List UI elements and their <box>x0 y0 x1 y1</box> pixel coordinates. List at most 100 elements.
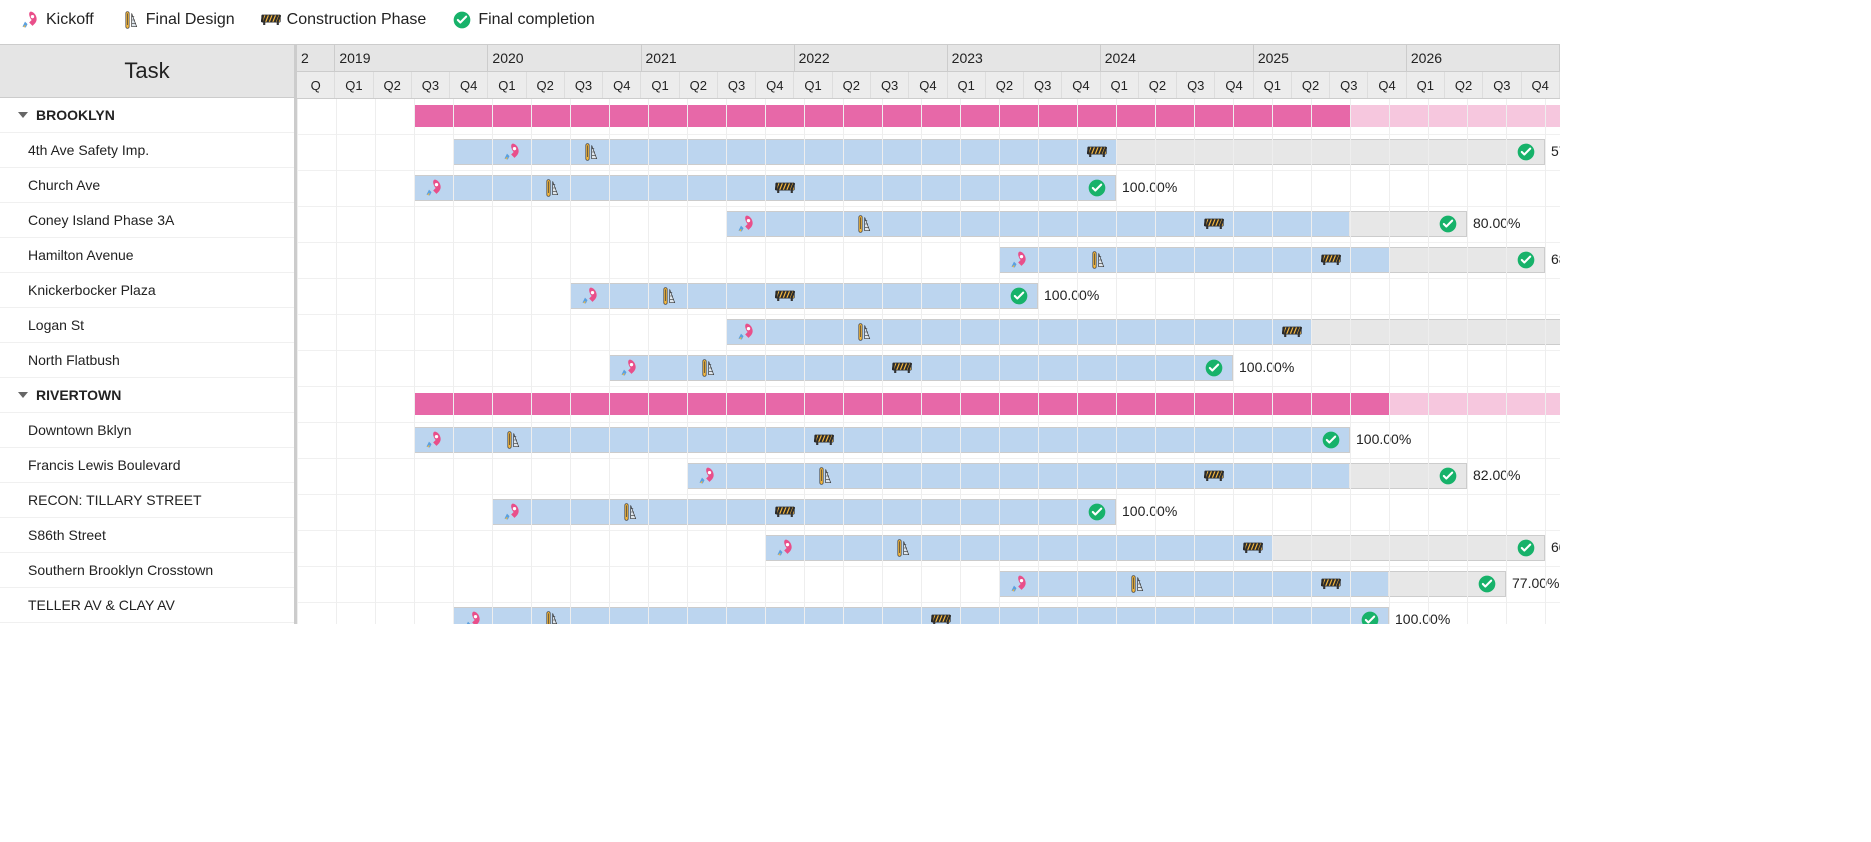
quarter-cell: Q2 <box>527 72 565 98</box>
year-cell: 2019 <box>335 45 488 71</box>
quarter-cell: Q4 <box>1215 72 1253 98</box>
task-group-row[interactable]: RIVERTOWN <box>0 378 294 413</box>
milestone-kickoff-icon <box>462 609 484 624</box>
milestone-final-design-icon <box>696 357 718 379</box>
legend-completion: Final completion <box>452 10 595 30</box>
milestone-kickoff-icon <box>735 321 757 343</box>
task-row[interactable]: Coney Island Phase 3A <box>0 203 294 238</box>
gantt-task-row: 100.00% <box>297 351 1560 387</box>
milestone-completion-icon <box>1086 177 1108 199</box>
milestone-completion-icon <box>1515 537 1537 559</box>
year-cell: 2024 <box>1101 45 1254 71</box>
milestone-final-design-icon <box>1086 249 1108 271</box>
quarter-cell: Q1 <box>488 72 526 98</box>
gantt-task-row: 100.00% <box>297 423 1560 459</box>
task-row[interactable]: Francis Lewis Boulevard <box>0 448 294 483</box>
chevron-down-icon <box>18 112 28 118</box>
year-cell: 2 <box>297 45 335 71</box>
task-row[interactable]: Downtown Bklyn <box>0 413 294 448</box>
quarter-cell: Q2 <box>986 72 1024 98</box>
quarter-cell: Q1 <box>1407 72 1445 98</box>
milestone-completion-icon <box>1515 249 1537 271</box>
milestone-final-design-icon <box>540 609 562 624</box>
milestone-construction-icon <box>1203 465 1225 487</box>
task-header: Task <box>0 45 294 98</box>
gantt-task-row: 77.00% <box>297 567 1560 603</box>
task-bar[interactable] <box>726 211 1467 237</box>
milestone-completion-icon <box>1476 573 1498 595</box>
milestone-construction-icon <box>813 429 835 451</box>
progress-label: 77.00% <box>1512 575 1559 591</box>
milestone-completion-icon <box>1359 609 1381 624</box>
year-cell: 2025 <box>1254 45 1407 71</box>
milestone-construction-icon <box>1281 321 1303 343</box>
legend-final-design: Final Design <box>120 10 235 30</box>
milestone-final-design-icon <box>501 429 523 451</box>
gantt-task-row: 82.00% <box>297 459 1560 495</box>
milestone-kickoff-icon <box>735 213 757 235</box>
legend-completion-label: Final completion <box>478 11 595 29</box>
progress-label: 100.00% <box>1044 287 1099 303</box>
progress-label: 68.00% <box>1551 251 1560 267</box>
chevron-down-icon <box>18 392 28 398</box>
gantt-task-row: 61.00% <box>297 315 1560 351</box>
progress-label: 82.00% <box>1473 467 1520 483</box>
task-row[interactable]: Hamilton Avenue <box>0 238 294 273</box>
milestone-construction-icon <box>930 609 952 624</box>
milestone-completion-icon <box>1203 357 1225 379</box>
milestone-kickoff-icon <box>618 357 640 379</box>
task-row[interactable]: TELLER AV & CLAY AV <box>0 588 294 623</box>
task-row[interactable]: RECON: TILLARY STREET <box>0 483 294 518</box>
milestone-construction-icon <box>1242 537 1264 559</box>
year-header-row: 220192020202120222023202420252026 <box>297 45 1560 72</box>
quarter-cell: Q4 <box>1368 72 1406 98</box>
task-group-row[interactable]: BROOKLYN <box>0 98 294 133</box>
task-row[interactable]: Church Ave <box>0 168 294 203</box>
progress-label: 100.00% <box>1395 611 1450 624</box>
progress-label: 60.00% <box>1551 539 1560 555</box>
task-row[interactable]: S86th Street <box>0 518 294 553</box>
legend: Kickoff Final Design Construction Phase … <box>0 0 1560 44</box>
progress-label: 100.00% <box>1356 431 1411 447</box>
quarter-cell: Q <box>297 72 335 98</box>
milestone-kickoff-icon <box>579 285 601 307</box>
legend-kickoff-label: Kickoff <box>46 11 94 29</box>
gantt-summary-row: 87.36% <box>297 387 1560 423</box>
task-row[interactable]: Knickerbocker Plaza <box>0 273 294 308</box>
quarter-cell: Q4 <box>756 72 794 98</box>
task-row[interactable]: Logan St <box>0 308 294 343</box>
progress-label: 100.00% <box>1122 179 1177 195</box>
gantt-task-row: 80.00% <box>297 207 1560 243</box>
milestone-final-design-icon <box>891 537 913 559</box>
quarter-cell: Q4 <box>450 72 488 98</box>
gantt-task-row: 100.00% <box>297 171 1560 207</box>
legend-construction: Construction Phase <box>261 10 427 30</box>
task-bar[interactable] <box>999 571 1506 597</box>
year-cell: 2020 <box>488 45 641 71</box>
task-row[interactable]: 4th Ave Safety Imp. <box>0 133 294 168</box>
milestone-final-design-icon <box>579 141 601 163</box>
quarter-cell: Q4 <box>603 72 641 98</box>
milestone-kickoff-icon <box>423 177 445 199</box>
quarter-cell: Q1 <box>641 72 679 98</box>
year-cell: 2026 <box>1407 45 1560 71</box>
legend-kickoff: Kickoff <box>20 10 94 30</box>
milestone-construction-icon <box>1086 141 1108 163</box>
quarter-cell: Q4 <box>909 72 947 98</box>
milestone-construction-icon <box>1320 573 1342 595</box>
milestone-construction-icon <box>774 285 796 307</box>
gantt-summary-row: 77.55% <box>297 99 1560 135</box>
quarter-cell: Q1 <box>948 72 986 98</box>
quarter-cell: Q3 <box>1024 72 1062 98</box>
ruler-icon <box>120 10 140 30</box>
progress-label: 80.00% <box>1473 215 1520 231</box>
milestone-kickoff-icon <box>696 465 718 487</box>
group-name: RIVERTOWN <box>36 387 121 403</box>
task-row[interactable]: Southern Brooklyn Crosstown <box>0 553 294 588</box>
legend-construction-label: Construction Phase <box>287 11 427 29</box>
quarter-cell: Q3 <box>871 72 909 98</box>
milestone-completion-icon <box>1437 465 1459 487</box>
task-row[interactable]: North Flatbush <box>0 343 294 378</box>
year-cell: 2023 <box>948 45 1101 71</box>
quarter-cell: Q2 <box>374 72 412 98</box>
